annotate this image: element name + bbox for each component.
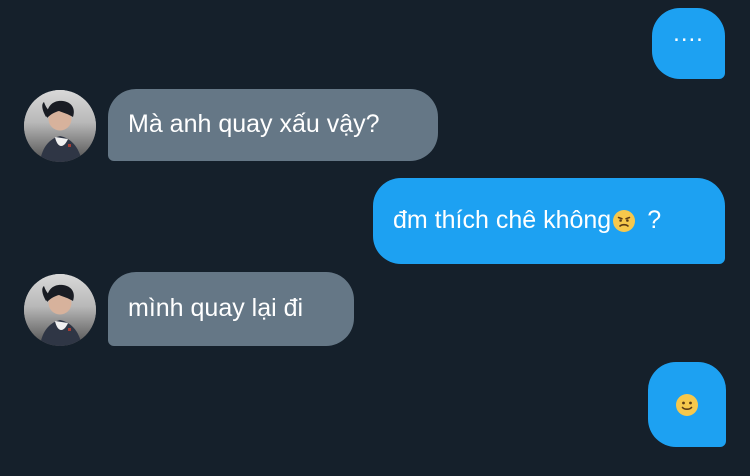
outgoing-message-2[interactable]: đm thích chê không ? (373, 178, 725, 264)
message-content: đm thích chê không ? (373, 207, 725, 235)
message-text: mình quay lại đi (128, 294, 304, 323)
chat-thread: .... Mà anh quay xấu vậy? đm thích chê k (0, 0, 750, 476)
avatar[interactable] (24, 274, 96, 346)
incoming-message-2[interactable]: mình quay lại đi (108, 272, 354, 346)
message-content (648, 362, 726, 447)
outgoing-message-3[interactable] (648, 362, 726, 447)
slightly-smiling-face-icon (675, 393, 699, 417)
message-text: .... (673, 20, 704, 48)
incoming-message-1[interactable]: Mà anh quay xấu vậy? (108, 89, 438, 161)
avatar[interactable] (24, 90, 96, 162)
message-text: đm thích chê không (393, 206, 612, 235)
angry-face-icon (612, 209, 636, 233)
message-text: Mà anh quay xấu vậy? (128, 110, 380, 139)
message-suffix: ? (647, 206, 662, 235)
outgoing-message-1[interactable]: .... (652, 8, 725, 79)
